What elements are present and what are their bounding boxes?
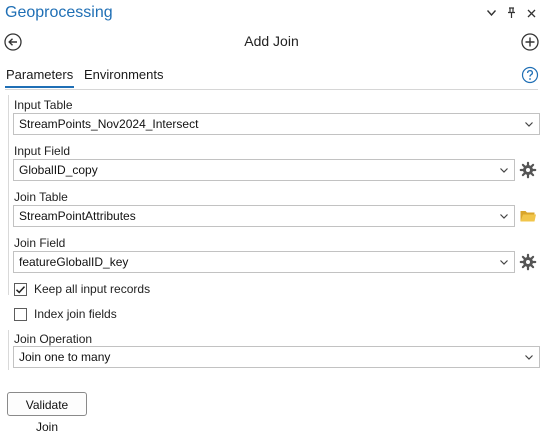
validate-join-button[interactable]: Validate Join [7,392,87,434]
pane-controls [485,6,537,20]
keep-all-records-label: Keep all input records [34,282,151,296]
parameter-group-bar [8,330,9,370]
parameter-group-bar [8,95,9,295]
join-field-dropdown[interactable]: featureGlobalID_key [13,251,515,273]
join-operation-dropdown[interactable]: Join one to many [13,346,540,368]
join-operation-value: Join one to many [19,350,111,364]
input-table-label: Input Table [14,98,73,112]
pane-titlebar: Geoprocessing [0,0,543,28]
keep-all-records-checkbox-row[interactable]: Keep all input records [14,281,150,297]
join-table-value: StreamPointAttributes [19,209,136,223]
chevron-down-icon [498,256,510,268]
tab-parameters[interactable]: Parameters [4,67,75,88]
tool-header: Add Join [0,30,543,54]
input-table-dropdown[interactable]: StreamPoints_Nov2024_Intersect [13,113,540,135]
chevron-down-icon [523,351,535,363]
chevron-down-icon[interactable] [485,6,497,20]
gear-icon[interactable] [519,161,537,179]
input-field-dropdown[interactable]: GlobalID_copy [13,159,515,181]
chevron-down-icon [498,164,510,176]
gear-icon[interactable] [519,253,537,271]
tool-tabs: Parameters Environments [0,64,543,90]
folder-icon[interactable] [519,207,537,225]
tool-title: Add Join [244,33,299,49]
index-join-fields-checkbox[interactable] [14,307,27,321]
input-field-label: Input Field [14,144,71,158]
join-operation-label: Join Operation [14,332,93,346]
add-circle-icon[interactable] [520,32,540,52]
keep-all-records-checkbox[interactable] [14,282,27,296]
input-field-value: GlobalID_copy [19,163,98,177]
chevron-down-icon [498,210,510,222]
help-icon[interactable] [521,66,539,84]
parameters-form: Input Table StreamPoints_Nov2024_Interse… [0,90,543,434]
close-icon[interactable] [525,6,537,20]
join-table-label: Join Table [14,190,68,204]
join-field-label: Join Field [14,236,66,250]
join-field-value: featureGlobalID_key [19,255,129,269]
join-table-dropdown[interactable]: StreamPointAttributes [13,205,515,227]
index-join-fields-label: Index join fields [34,307,117,321]
pane-title: Geoprocessing [5,4,113,21]
input-table-value: StreamPoints_Nov2024_Intersect [19,117,199,131]
chevron-down-icon [523,118,535,130]
pin-icon[interactable] [505,6,517,20]
tab-environments[interactable]: Environments [84,67,163,82]
index-join-fields-checkbox-row[interactable]: Index join fields [14,306,117,322]
